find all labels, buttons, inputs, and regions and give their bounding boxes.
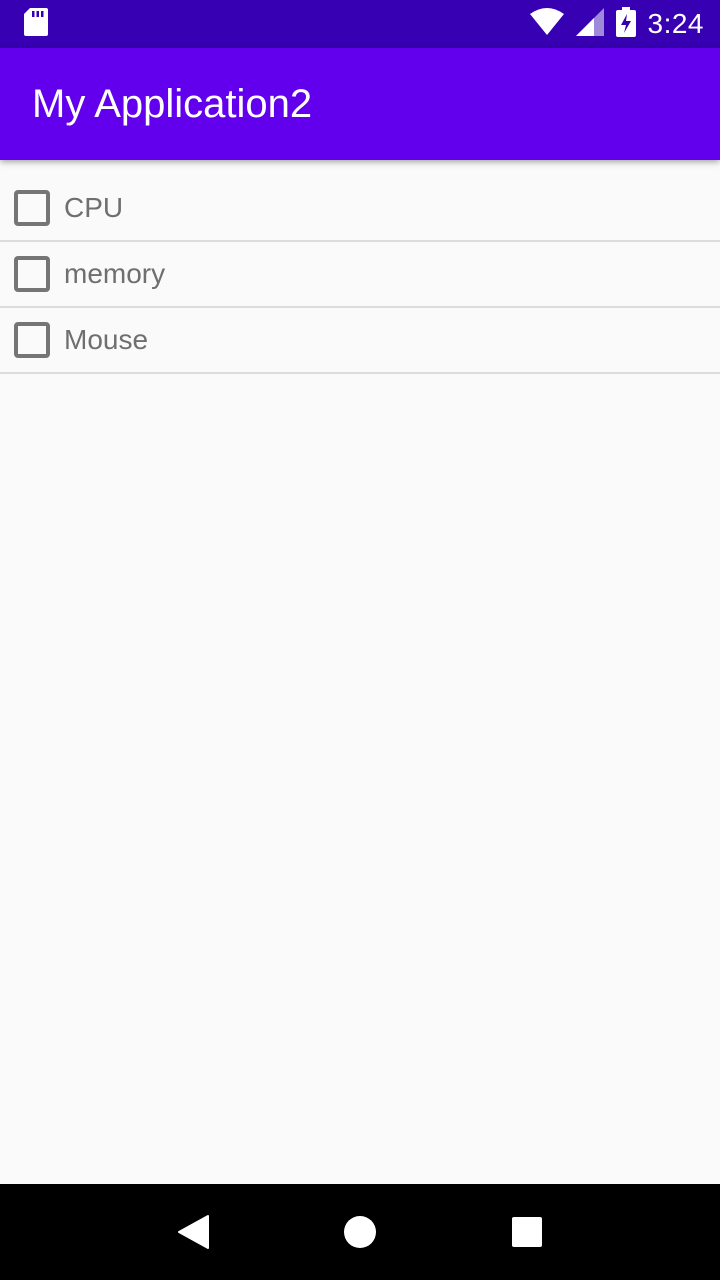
checkbox-list: CPU memory Mouse xyxy=(0,160,720,374)
checkbox[interactable] xyxy=(14,322,50,358)
wifi-icon xyxy=(529,7,564,41)
app-title: My Application2 xyxy=(32,81,313,126)
home-icon[interactable] xyxy=(328,1200,392,1264)
app-bar: My Application2 xyxy=(0,48,720,160)
status-bar: 3:24 xyxy=(0,0,720,48)
screen: 3:24 My Application2 CPU memory Mouse xyxy=(0,0,720,1280)
signal-icon xyxy=(575,7,604,41)
list-item-cpu[interactable]: CPU xyxy=(0,160,720,242)
item-label: CPU xyxy=(64,192,124,223)
list-item-memory[interactable]: memory xyxy=(0,242,720,308)
battery-charging-icon xyxy=(615,6,636,42)
status-time: 3:24 xyxy=(647,8,704,39)
status-right: 3:24 xyxy=(518,6,705,42)
recents-icon[interactable] xyxy=(495,1200,559,1264)
sd-card-icon xyxy=(24,7,48,41)
item-label: Mouse xyxy=(64,324,149,355)
item-label: memory xyxy=(64,258,166,289)
list-item-mouse[interactable]: Mouse xyxy=(0,308,720,374)
back-icon[interactable] xyxy=(161,1200,225,1264)
checkbox[interactable] xyxy=(14,256,50,292)
checkbox[interactable] xyxy=(14,190,50,226)
navigation-bar xyxy=(0,1184,720,1280)
status-left xyxy=(24,7,48,41)
